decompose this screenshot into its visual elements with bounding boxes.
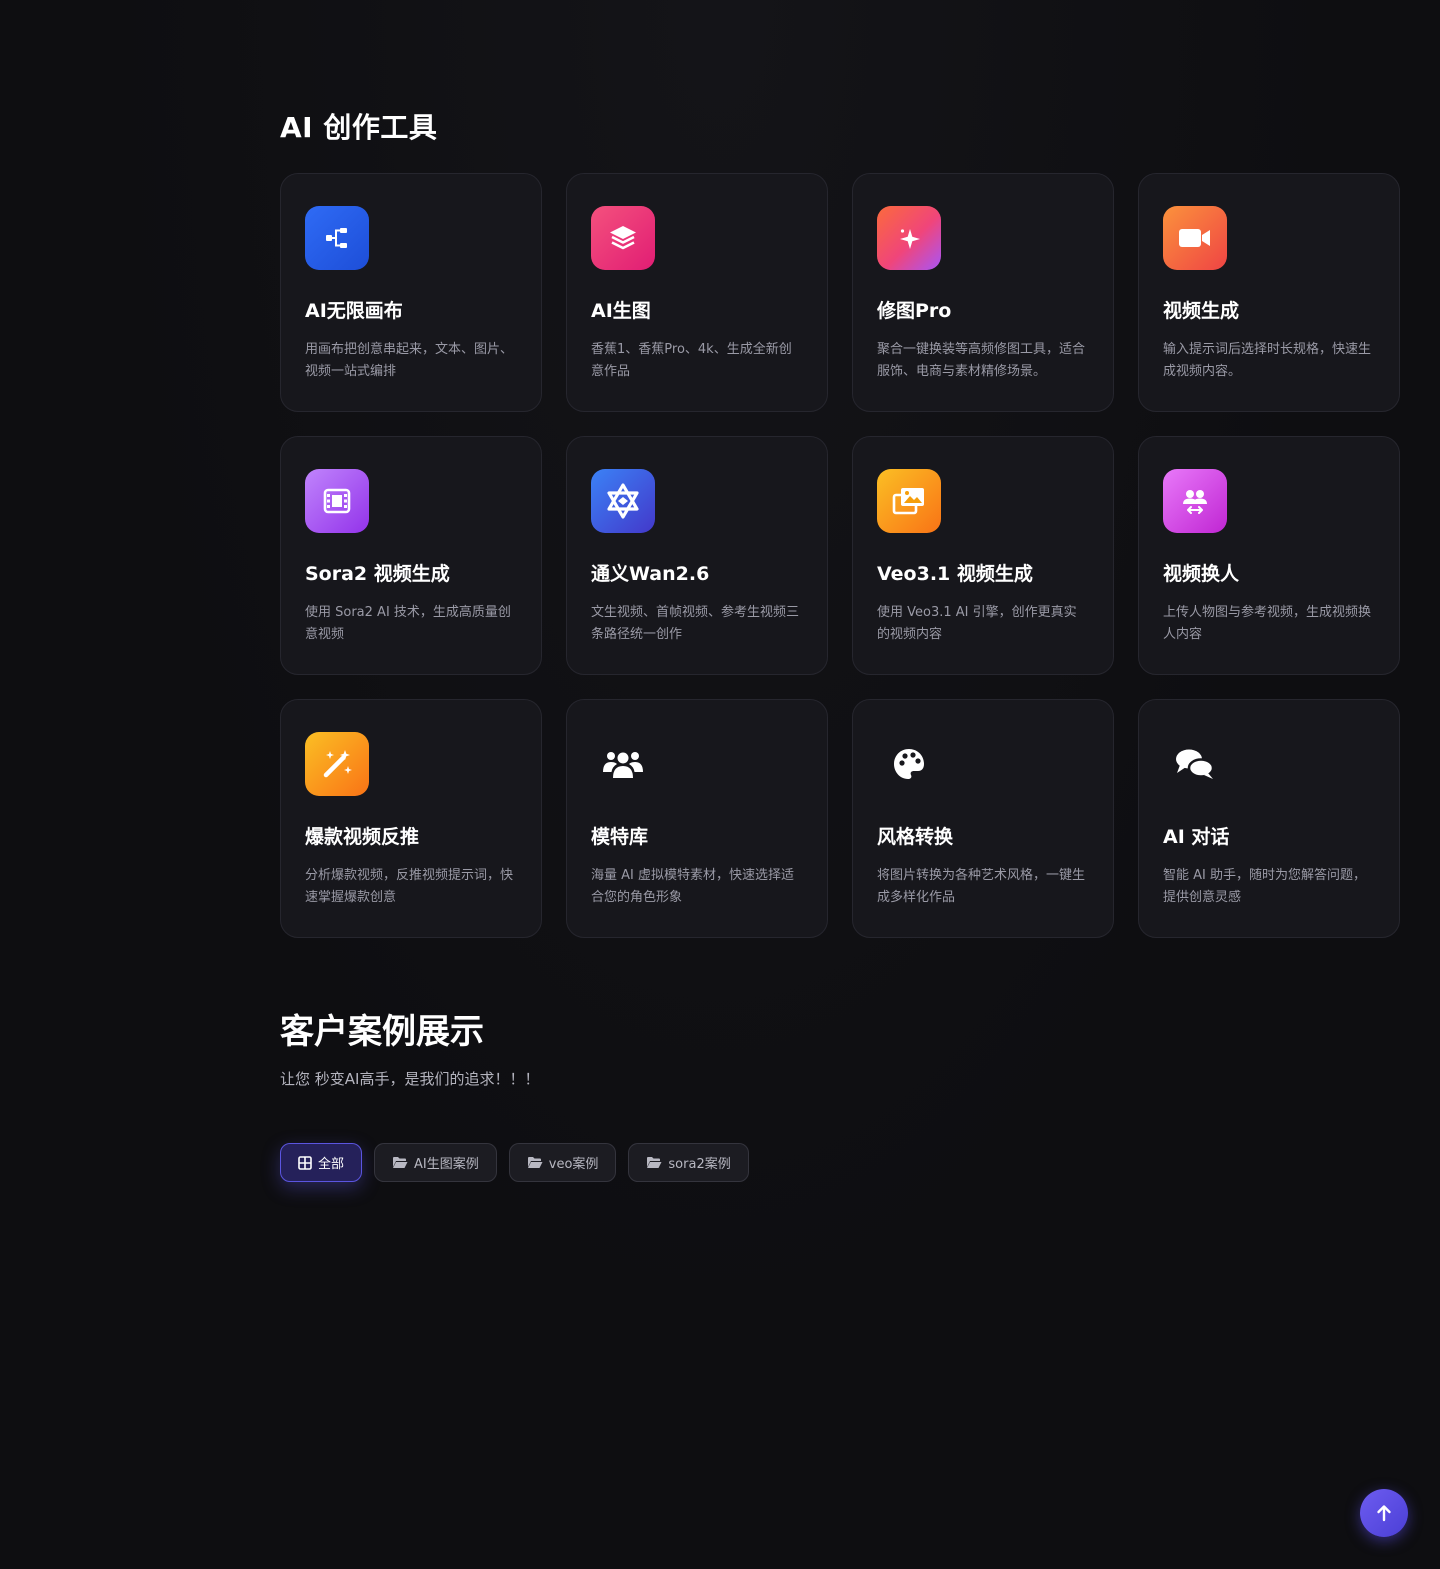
- page: AI 创作工具 AI无限画布 用画布把创意串起来，文本、图片、视频一站式编排 A…: [0, 0, 1440, 1569]
- filter-button-sora2-cases[interactable]: sora2案例: [628, 1143, 749, 1182]
- tool-name: 模特库: [591, 826, 649, 848]
- folder-open-icon: [647, 1157, 662, 1168]
- tool-desc: 将图片转换为各种艺术风格，一键生成多样化作品: [877, 868, 1086, 905]
- video-camera-icon: [1163, 206, 1227, 270]
- tool-name: 视频换人: [1163, 563, 1240, 585]
- tool-desc: 用画布把创意串起来，文本、图片、视频一站式编排: [305, 342, 514, 379]
- sparkle-icon: [877, 206, 941, 270]
- filter-button-veo-cases[interactable]: veo案例: [508, 1143, 617, 1182]
- filter-label: veo案例: [548, 1157, 599, 1172]
- users-icon: [591, 732, 655, 796]
- tool-name: 风格转换: [877, 826, 954, 848]
- tool-name: AI无限画布: [305, 300, 403, 322]
- cases-section-subtitle: 让您 秒变AI高手，是我们的追求！！！: [280, 1070, 540, 1088]
- tools-grid: AI无限画布 用画布把创意串起来，文本、图片、视频一站式编排 AI生图 香蕉1、…: [280, 173, 1400, 938]
- arrow-up-icon: [1377, 1505, 1391, 1522]
- qwen-star-icon: [591, 469, 655, 533]
- tool-card-veo31[interactable]: Veo3.1 视频生成 使用 Veo3.1 AI 引擎，创作更真实的视频内容: [852, 436, 1114, 675]
- magic-wand-icon: [305, 732, 369, 796]
- film-icon: [305, 469, 369, 533]
- back-to-top-button[interactable]: [1360, 1489, 1408, 1537]
- tool-name: 通义Wan2.6: [591, 563, 710, 585]
- tool-desc: 使用 Veo3.1 AI 引擎，创作更真实的视频内容: [877, 605, 1077, 642]
- filter-label: AI生图案例: [414, 1157, 479, 1172]
- tool-desc: 使用 Sora2 AI 技术，生成高质量创意视频: [305, 605, 511, 642]
- tool-card-model-library[interactable]: 模特库 海量 AI 虚拟模特素材，快速选择适合您的角色形象: [566, 699, 828, 938]
- tool-card-video-face-swap[interactable]: 视频换人 上传人物图与参考视频，生成视频换人内容: [1138, 436, 1400, 675]
- tool-card-retouch-pro[interactable]: 修图Pro 聚合一键换装等高频修图工具，适合服饰、电商与素材精修场景。: [852, 173, 1114, 412]
- tool-desc: 智能 AI 助手，随时为您解答问题，提供创意灵感: [1163, 868, 1366, 905]
- tools-section-title: AI 创作工具: [280, 111, 438, 144]
- filter-label: 全部: [318, 1157, 345, 1172]
- tool-card-viral-reverse[interactable]: 爆款视频反推 分析爆款视频，反推视频提示词，快速掌握爆款创意: [280, 699, 542, 938]
- images-icon: [877, 469, 941, 533]
- filter-button-ai-image-cases[interactable]: AI生图案例: [374, 1143, 497, 1182]
- tool-desc: 上传人物图与参考视频，生成视频换人内容: [1163, 605, 1372, 642]
- filter-label: sora2案例: [668, 1157, 731, 1172]
- grid-icon: [298, 1155, 312, 1170]
- canvas-flow-icon: [305, 206, 369, 270]
- user-swap-icon: [1163, 469, 1227, 533]
- tool-card-wan26[interactable]: 通义Wan2.6 文生视频、首帧视频、参考生视频三条路径统一创作: [566, 436, 828, 675]
- tool-name: AI生图: [591, 300, 651, 322]
- tool-name: Sora2 视频生成: [305, 563, 450, 585]
- folder-open-icon: [527, 1157, 543, 1168]
- tool-card-ai-canvas[interactable]: AI无限画布 用画布把创意串起来，文本、图片、视频一站式编排: [280, 173, 542, 412]
- tool-desc: 文生视频、首帧视频、参考生视频三条路径统一创作: [591, 605, 800, 642]
- tool-desc: 香蕉1、香蕉Pro、4k、生成全新创意作品: [591, 342, 792, 379]
- tool-name: 修图Pro: [877, 300, 952, 322]
- layers-icon: [591, 206, 655, 270]
- tool-desc: 聚合一键换装等高频修图工具，适合服饰、电商与素材精修场景。: [877, 342, 1086, 379]
- chat-bubbles-icon: [1163, 732, 1227, 796]
- tool-name: AI 对话: [1163, 826, 1230, 848]
- tool-desc: 海量 AI 虚拟模特素材，快速选择适合您的角色形象: [591, 868, 794, 905]
- cases-section-title: 客户案例展示: [280, 1012, 484, 1052]
- tool-card-ai-image[interactable]: AI生图 香蕉1、香蕉Pro、4k、生成全新创意作品: [566, 173, 828, 412]
- tool-card-style-transfer[interactable]: 风格转换 将图片转换为各种艺术风格，一键生成多样化作品: [852, 699, 1114, 938]
- filter-button-all[interactable]: 全部: [280, 1143, 363, 1182]
- tool-name: 视频生成: [1163, 300, 1240, 322]
- tool-card-sora2[interactable]: Sora2 视频生成 使用 Sora2 AI 技术，生成高质量创意视频: [280, 436, 542, 675]
- tool-card-video-gen[interactable]: 视频生成 输入提示词后选择时长规格，快速生成视频内容。: [1138, 173, 1400, 412]
- tool-desc: 分析爆款视频，反推视频提示词，快速掌握爆款创意: [305, 868, 514, 905]
- folder-open-icon: [393, 1157, 408, 1168]
- tool-desc: 输入提示词后选择时长规格，快速生成视频内容。: [1163, 342, 1372, 379]
- case-filter-bar: 全部 AI生图案例 veo案例 sora2案例: [280, 1143, 749, 1182]
- tool-card-ai-chat[interactable]: AI 对话 智能 AI 助手，随时为您解答问题，提供创意灵感: [1138, 699, 1400, 938]
- tool-name: Veo3.1 视频生成: [877, 563, 1033, 585]
- palette-icon: [877, 732, 941, 796]
- tool-name: 爆款视频反推: [305, 826, 420, 848]
